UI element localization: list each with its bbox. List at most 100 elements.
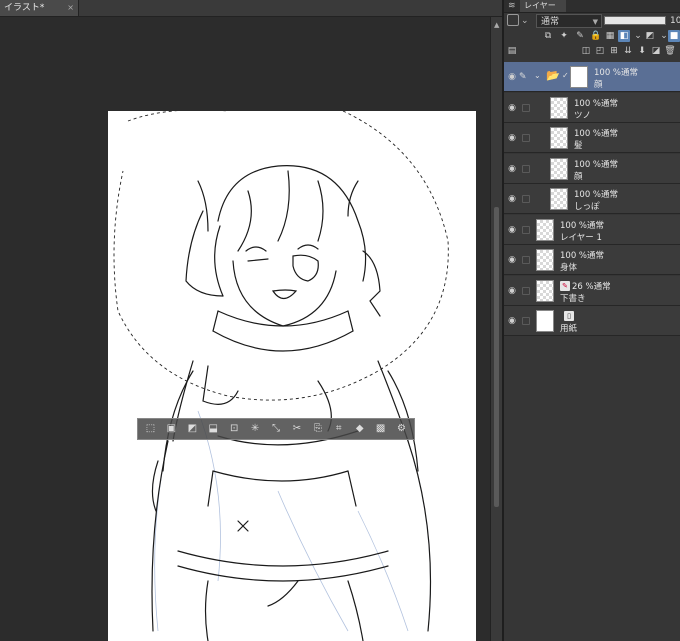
visibility-eye-icon[interactable]: ◉ <box>506 254 518 266</box>
lock-transparent-icon[interactable]: ▦ <box>604 30 616 42</box>
reference-layer-icon[interactable]: ✦ <box>558 30 570 42</box>
chevron-down-icon: ▼ <box>592 18 598 26</box>
document-tab[interactable]: イラスト* × <box>0 0 79 16</box>
scroll-thumb[interactable] <box>494 207 499 507</box>
fill-icon[interactable]: ✳ <box>248 422 262 436</box>
layer-row[interactable]: ◉ 100 %通常 レイヤー 1 <box>504 214 680 245</box>
layer-row[interactable]: ◉ 100 %通常髪 <box>504 123 680 153</box>
draft-layer-icon[interactable]: ✎ <box>574 30 586 42</box>
layer-name: しっぽ <box>574 202 600 212</box>
visibility-eye-icon[interactable]: ◉ <box>506 285 518 297</box>
layer-name: ツノ <box>574 110 592 121</box>
layer-row[interactable]: ◉ ✎ ⌄ 📂 ✓ 100 %通常顔 <box>504 62 680 92</box>
layer-row[interactable]: ◉ 100 %通常 しっぽ <box>504 184 680 214</box>
layer-thumbnail <box>536 310 554 332</box>
visibility-eye-icon[interactable]: ◉ <box>506 224 518 236</box>
layer-panel-menu-icon[interactable]: ▤ <box>506 45 518 57</box>
deselect-icon[interactable]: ⬚ <box>143 422 157 436</box>
new-folder-icon[interactable]: ⊞ <box>608 45 620 57</box>
layer-panel: ≋ レイヤー ⌄ 通常 ▼ 10 ⧉ ✦ ✎ 🔒 ▦ ◧ ⌄ ◩ ⌄ ■ ▤ ◫… <box>504 0 680 641</box>
layer-actions-toolbar: ▤ ◫ ◰ ⊞ ⇊ ⬇ ◪ 🗑 <box>504 45 680 59</box>
layer-opacity-blend: 100 %通常 <box>560 251 605 261</box>
layer-lock-slot[interactable] <box>522 317 530 325</box>
layer-row[interactable]: ◉ ▯ 用紙 <box>504 306 680 336</box>
layer-lock-slot[interactable] <box>522 195 530 203</box>
layer-lock-slot[interactable] <box>522 164 530 173</box>
transform-icon[interactable]: ⊡ <box>227 422 241 436</box>
scroll-up-icon[interactable]: ▲ <box>494 21 499 29</box>
document-tab-title: イラスト* <box>4 3 45 13</box>
paper-layer-icon: ▯ <box>564 311 574 321</box>
canvas-paper[interactable] <box>108 111 476 641</box>
blend-mode-value: 通常 <box>541 17 560 27</box>
chevron-down-icon[interactable]: ⌄ <box>632 30 644 42</box>
transfer-down-icon[interactable]: ⇊ <box>622 45 634 57</box>
scale-icon[interactable]: ⤡ <box>269 422 283 436</box>
opacity-slider[interactable] <box>604 16 666 25</box>
edit-target-pen-icon: ✎ <box>519 72 527 82</box>
layer-lock-slot[interactable] <box>522 103 530 112</box>
layer-row[interactable]: ◉ ✎ 26 %通常 下書き <box>504 275 680 306</box>
visibility-eye-icon[interactable]: ◉ <box>506 193 518 205</box>
layer-lock-slot[interactable] <box>522 286 530 295</box>
visibility-eye-icon[interactable]: ◉ <box>506 163 518 175</box>
mask-icon[interactable]: ◧ <box>618 30 630 42</box>
blend-mode-select[interactable]: 通常 ▼ <box>536 14 602 28</box>
layer-thumbnail <box>550 127 568 149</box>
tab-layers[interactable]: レイヤー <box>520 0 566 12</box>
document-tabbar: イラスト* × <box>0 0 502 17</box>
layer-lock-slot[interactable] <box>522 225 530 234</box>
sketch-drawing <box>113 111 449 641</box>
mask-add-icon[interactable]: ◪ <box>650 45 662 57</box>
crop-icon[interactable]: ⌗ <box>332 422 346 436</box>
invert-selection-icon[interactable]: ▣ <box>164 422 178 436</box>
layer-lock-slot[interactable] <box>522 256 530 264</box>
layer-opacity-blend: 100 %通常 <box>560 220 605 231</box>
layer-color-swatch-icon[interactable]: ■ <box>668 30 680 42</box>
layer-name: 顔 <box>574 171 583 182</box>
layer-thumbnail <box>536 279 554 302</box>
layer-thumbnail <box>536 218 554 241</box>
layer-opacity-blend: 26 %通常 <box>572 281 611 292</box>
shrink-selection-icon[interactable]: ◩ <box>185 422 199 436</box>
delete-layer-icon[interactable]: 🗑 <box>664 45 676 57</box>
visibility-eye-icon[interactable]: ◉ <box>506 132 518 144</box>
draft-layer-icon: ✎ <box>560 280 570 291</box>
layer-thumbnail <box>550 96 568 119</box>
layer-color-icon[interactable] <box>507 14 519 26</box>
new-vector-layer-icon[interactable]: ◰ <box>594 45 606 57</box>
layer-row[interactable]: ◉ 100 %通常顔 <box>504 153 680 184</box>
layer-name: 髪 <box>574 141 583 151</box>
clip-lower-icon[interactable]: ⧉ <box>542 30 554 42</box>
layer-row[interactable]: ◉ 100 %通常 ツノ <box>504 92 680 123</box>
chevron-down-icon[interactable]: ⌄ <box>534 70 541 82</box>
layer-opacity-blend: 100 %通常 <box>594 68 639 78</box>
close-tab-icon[interactable]: × <box>67 0 74 16</box>
layer-lock-slot[interactable] <box>522 134 530 142</box>
expand-selection-icon[interactable]: ⬓ <box>206 422 220 436</box>
selection-launcher-toolbar: ⬚ ▣ ◩ ⬓ ⊡ ✳ ⤡ ✂ ⎘ ⌗ ◆ ▩ ⚙ <box>137 418 415 440</box>
chevron-down-icon[interactable]: ⌄ <box>521 13 529 29</box>
layer-name: 身体 <box>560 263 578 273</box>
lock-icon[interactable]: 🔒 <box>590 30 602 42</box>
visibility-eye-icon[interactable]: ◉ <box>506 102 518 114</box>
visibility-eye-icon[interactable]: ◉ <box>506 315 518 327</box>
gradient-icon[interactable]: ◆ <box>353 422 367 436</box>
visibility-eye-icon[interactable]: ◉ <box>506 71 518 83</box>
layer-name: レイヤー 1 <box>560 232 602 243</box>
layer-row[interactable]: ◉ 100 %通常 身体 <box>504 245 680 275</box>
layer-thumbnail <box>570 66 588 88</box>
layer-opacity-blend: 100 %通常 <box>574 159 619 170</box>
layer-thumbnail <box>550 157 568 180</box>
copy-icon[interactable]: ⎘ <box>311 422 325 436</box>
remove-icon[interactable]: ▩ <box>374 422 388 436</box>
settings-icon[interactable]: ⚙ <box>395 422 409 436</box>
opacity-slider-fill <box>605 17 665 24</box>
check-icon: ✓ <box>562 71 569 80</box>
layer-name: 下書き <box>560 293 586 304</box>
layer-thumbnail <box>550 188 568 210</box>
new-raster-layer-icon[interactable]: ◫ <box>580 45 592 57</box>
palette-color-icon[interactable]: ◩ <box>644 30 656 42</box>
cut-icon[interactable]: ✂ <box>290 422 304 436</box>
merge-down-icon[interactable]: ⬇ <box>636 45 648 57</box>
